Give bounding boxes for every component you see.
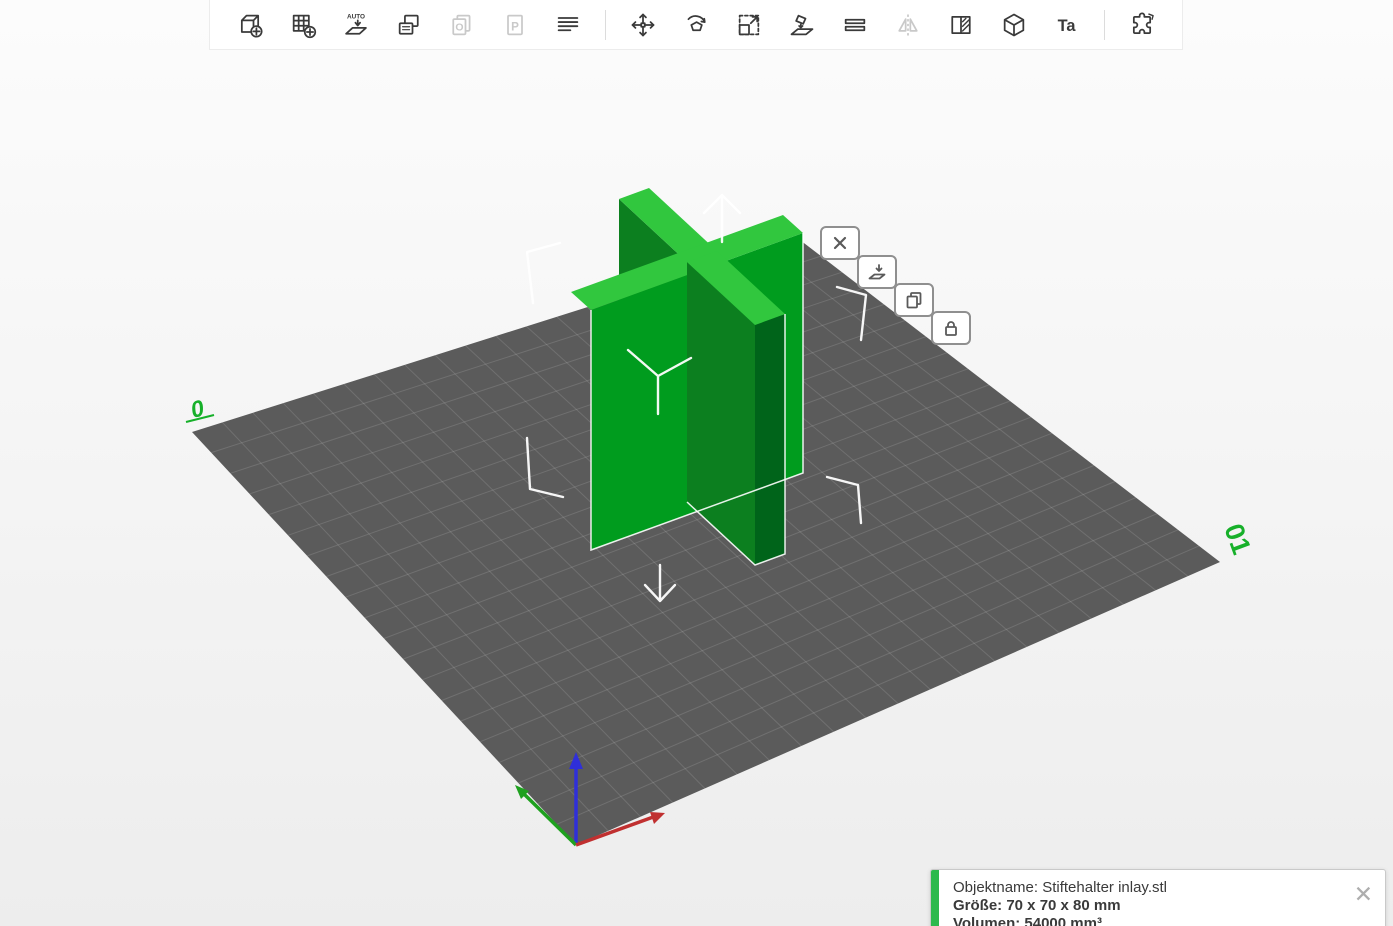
svg-text:P: P (511, 20, 519, 33)
object-info-panel: Objektname: Stiftehalter inlay.stl Größe… (930, 869, 1386, 926)
auto-arrange-icon: AUTO (345, 13, 367, 35)
object-name-line: Objektname: Stiftehalter inlay.stl (953, 879, 1167, 896)
cut-object-button[interactable] (839, 6, 871, 44)
lock-icon (945, 321, 957, 336)
axis-x-arrowhead (650, 812, 665, 824)
bed-label-left: 0 (185, 394, 215, 423)
copy-object-button[interactable]: O (446, 6, 478, 44)
close-info-panel-button[interactable]: ✕ (1354, 883, 1373, 906)
model-object[interactable] (571, 188, 804, 566)
mirror-object-button[interactable] (892, 6, 924, 44)
plugins-button[interactable] (1126, 6, 1158, 44)
duplicate-object-quick-button[interactable] (894, 283, 934, 317)
add-object-grid-button[interactable] (287, 6, 319, 44)
drop-to-bed-icon (868, 264, 886, 280)
duplicate-icon (398, 14, 419, 35)
paste-object-button[interactable]: P (499, 6, 531, 44)
svg-text:Ta: Ta (1058, 16, 1077, 34)
add-object-icon (240, 14, 263, 38)
object-size-line: Größe: 70 x 70 x 80 mm (953, 897, 1121, 914)
rotate-icon (687, 14, 706, 31)
delete-x-icon (833, 236, 847, 250)
scale-object-button[interactable] (733, 6, 765, 44)
lay-flat-icon (790, 14, 814, 35)
view-mode-button[interactable] (998, 6, 1030, 44)
align-objects-button[interactable] (552, 6, 584, 44)
cut-layers-icon (844, 18, 866, 31)
add-grid-icon (292, 14, 317, 38)
toolbar-separator (1104, 9, 1105, 40)
move-object-button[interactable] (627, 6, 659, 44)
svg-text:AUTO: AUTO (347, 13, 365, 20)
move-arrows-icon (631, 13, 655, 36)
mirror-half-icon (951, 15, 971, 34)
viewport-3d[interactable]: 0 01 (0, 0, 1393, 926)
duplicate-pages-icon (906, 292, 922, 309)
copy-icon: O (452, 14, 471, 35)
info-accent-bar (931, 870, 939, 926)
delete-object-button[interactable] (820, 226, 860, 260)
mirror-icon (898, 14, 918, 35)
puzzle-icon (1132, 11, 1154, 34)
toolbar-separator (605, 9, 606, 40)
svg-text:O: O (455, 21, 463, 33)
paste-icon: P (507, 14, 523, 35)
duplicate-object-button[interactable] (393, 6, 425, 44)
main-toolbar: AUTO O P Ta (209, 0, 1183, 50)
align-lines-icon (557, 16, 579, 31)
object-info-text: Objektname: Stiftehalter inlay.stl Größe… (939, 870, 1181, 926)
rotate-object-button[interactable] (680, 6, 712, 44)
cube-3d-icon (1003, 13, 1025, 36)
lock-object-button[interactable] (931, 311, 971, 345)
model-near-arm-cap[interactable] (755, 314, 785, 565)
lay-flat-button[interactable] (786, 6, 818, 44)
drop-to-bed-button[interactable] (857, 255, 897, 289)
mirror-axis-button[interactable] (945, 6, 977, 44)
gizmo-corner-upper-left[interactable] (525, 241, 562, 305)
object-volume-line: Volumen: 54000 mm³ (953, 915, 1102, 926)
add-text-button[interactable]: Ta (1051, 6, 1083, 44)
app-window: 0 01 AUTO O P Ta Objektname: Stiftehalte… (0, 0, 1393, 926)
bed-label-right: 01 (1218, 520, 1256, 558)
scale-icon (738, 14, 760, 35)
add-object-button[interactable] (234, 6, 266, 44)
auto-arrange-button[interactable]: AUTO (340, 6, 372, 44)
text-tool-icon: Ta (1058, 16, 1077, 34)
